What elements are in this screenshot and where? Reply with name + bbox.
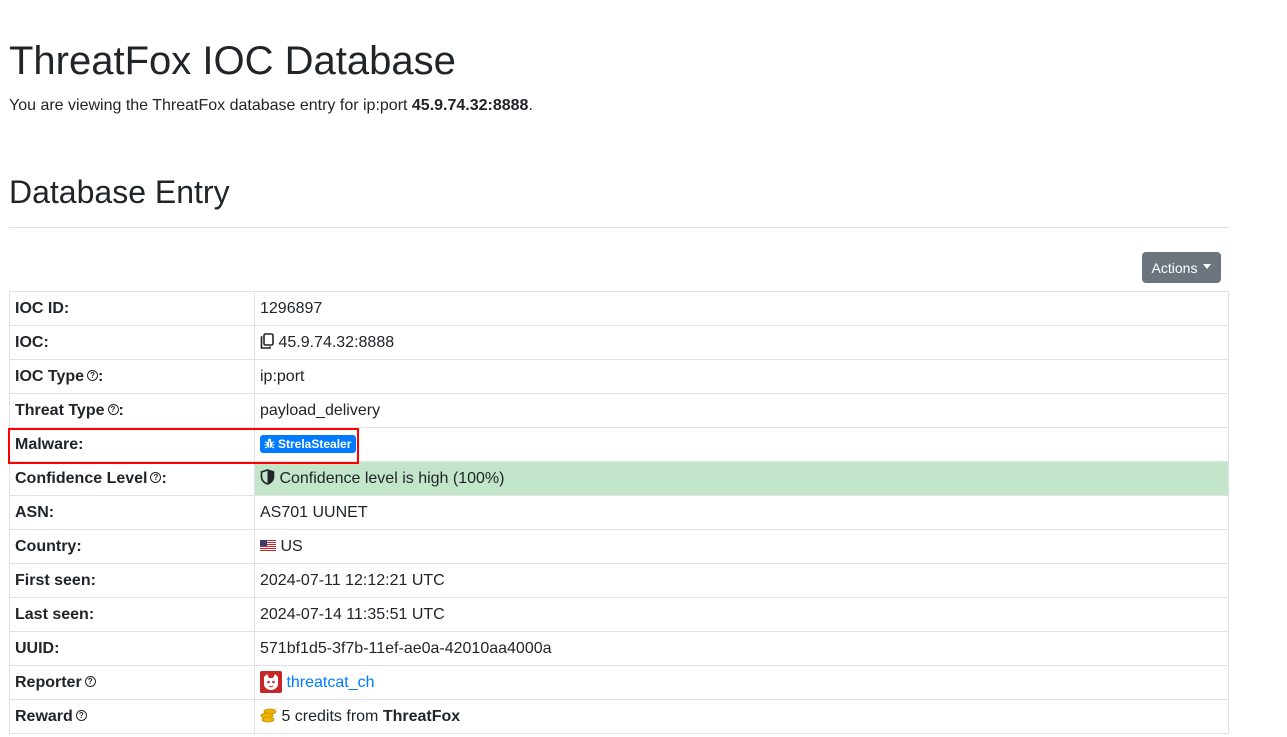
reward-source: ThreatFox — [382, 707, 461, 725]
threatcat-avatar-icon — [260, 670, 282, 693]
confidence-label-cell: Confidence Level?: — [9, 461, 255, 496]
question-circle-icon[interactable]: ? — [75, 709, 87, 721]
confidence-cell: Confidence level is high (100%) — [254, 461, 1229, 496]
question-circle-icon[interactable]: ? — [87, 369, 99, 381]
threat-type-suffix: : — [118, 401, 124, 419]
reporter-link[interactable]: threatcat_ch — [286, 674, 374, 691]
ioc-type-suffix: : — [98, 367, 104, 385]
question-circle-icon[interactable]: ? — [107, 403, 119, 415]
malware-badge[interactable]: StrelaStealer — [260, 434, 357, 453]
copy-icon[interactable] — [260, 333, 274, 350]
intro-ioc-value: 45.9.74.32:8888 — [411, 97, 529, 114]
reporter-label: Reporter — [15, 673, 82, 691]
table-row: Reporter? threatcat_ch — [9, 665, 1229, 700]
reporter-label-cell: Reporter? — [9, 665, 255, 700]
shield-half-icon — [260, 469, 275, 486]
ioc-type-value: ip:port — [254, 359, 1229, 394]
table-row: First seen: 2024-07-11 12:12:21 UTC — [9, 563, 1229, 598]
confidence-label: Confidence Level — [15, 469, 148, 487]
malware-cell: StrelaStealer — [254, 427, 1229, 462]
malware-label: Malware: — [9, 427, 255, 462]
reward-cell: 5 credits from ThreatFox — [254, 699, 1229, 734]
last-seen-label: Last seen: — [9, 597, 255, 632]
country-label: Country: — [9, 529, 255, 564]
table-row: Country: US — [9, 529, 1229, 564]
question-circle-icon[interactable]: ? — [84, 675, 96, 687]
country-value: US — [280, 537, 303, 555]
malware-badge-label: StrelaStealer — [278, 436, 352, 451]
table-row: ASN: AS701 UUNET — [9, 495, 1229, 530]
coins-icon — [260, 708, 277, 723]
ioc-label: IOC: — [9, 325, 255, 360]
page-title: ThreatFox IOC Database — [9, 39, 456, 83]
ioc-cell: 45.9.74.32:8888 — [254, 325, 1229, 360]
country-cell: US — [254, 529, 1229, 564]
threat-type-label: Threat Type — [15, 401, 105, 419]
table-row: Threat Type?: payload_delivery — [9, 393, 1229, 428]
table-row: IOC: 45.9.74.32:8888 — [9, 325, 1229, 360]
caret-down-icon — [1203, 264, 1212, 269]
table-row: Last seen: 2024-07-14 11:35:51 UTC — [9, 597, 1229, 632]
ioc-type-label: IOC Type — [15, 367, 85, 385]
reward-label-cell: Reward? — [9, 699, 255, 734]
asn-label: ASN: — [9, 495, 255, 530]
confidence-suffix: : — [161, 469, 167, 487]
uuid-value: 571bf1d5-3f7b-11ef-ae0a-42010aa4000a — [254, 631, 1229, 666]
confidence-value: Confidence level is high (100%) — [279, 469, 505, 487]
section-title: Database Entry — [9, 174, 230, 210]
reward-prefix: 5 credits from — [281, 707, 383, 725]
table-row: IOC ID: 1296897 — [9, 291, 1229, 326]
first-seen-value: 2024-07-11 12:12:21 UTC — [254, 563, 1229, 598]
question-circle-icon[interactable]: ? — [150, 471, 162, 483]
reporter-cell: threatcat_ch — [254, 665, 1229, 700]
table-row: Reward? 5 credits from ThreatFox — [9, 699, 1229, 734]
threat-type-label-cell: Threat Type?: — [9, 393, 255, 428]
table-row: IOC Type?: ip:port — [9, 359, 1229, 394]
first-seen-label: First seen: — [9, 563, 255, 598]
uuid-label: UUID: — [9, 631, 255, 666]
ioc-id-label: IOC ID: — [9, 291, 255, 326]
table-row: Malware: StrelaStealer — [9, 427, 1229, 462]
bug-icon — [264, 438, 275, 449]
intro-suffix: . — [528, 97, 533, 114]
threat-type-value: payload_delivery — [254, 393, 1229, 428]
table-row: Confidence Level?: Confidence level is h… — [9, 461, 1229, 496]
actions-dropdown-button[interactable]: Actions — [1142, 252, 1221, 283]
actions-label: Actions — [1151, 259, 1198, 276]
ioc-id-value: 1296897 — [254, 291, 1229, 326]
us-flag-icon — [260, 539, 276, 551]
ioc-entry-table: IOC ID: 1296897 IOC: 45.9.74.32:8888 IOC… — [9, 291, 1229, 734]
asn-value: AS701 UUNET — [254, 495, 1229, 530]
last-seen-value: 2024-07-14 11:35:51 UTC — [254, 597, 1229, 632]
intro-text: You are viewing the ThreatFox database e… — [9, 96, 533, 116]
intro-prefix: You are viewing the ThreatFox database e… — [9, 97, 412, 114]
ioc-type-label-cell: IOC Type?: — [9, 359, 255, 394]
ioc-value: 45.9.74.32:8888 — [278, 333, 395, 351]
table-row: UUID: 571bf1d5-3f7b-11ef-ae0a-42010aa400… — [9, 631, 1229, 666]
page: ThreatFox IOC Database You are viewing t… — [0, 0, 1287, 737]
reward-label: Reward — [15, 707, 73, 725]
section-divider — [9, 227, 1229, 228]
